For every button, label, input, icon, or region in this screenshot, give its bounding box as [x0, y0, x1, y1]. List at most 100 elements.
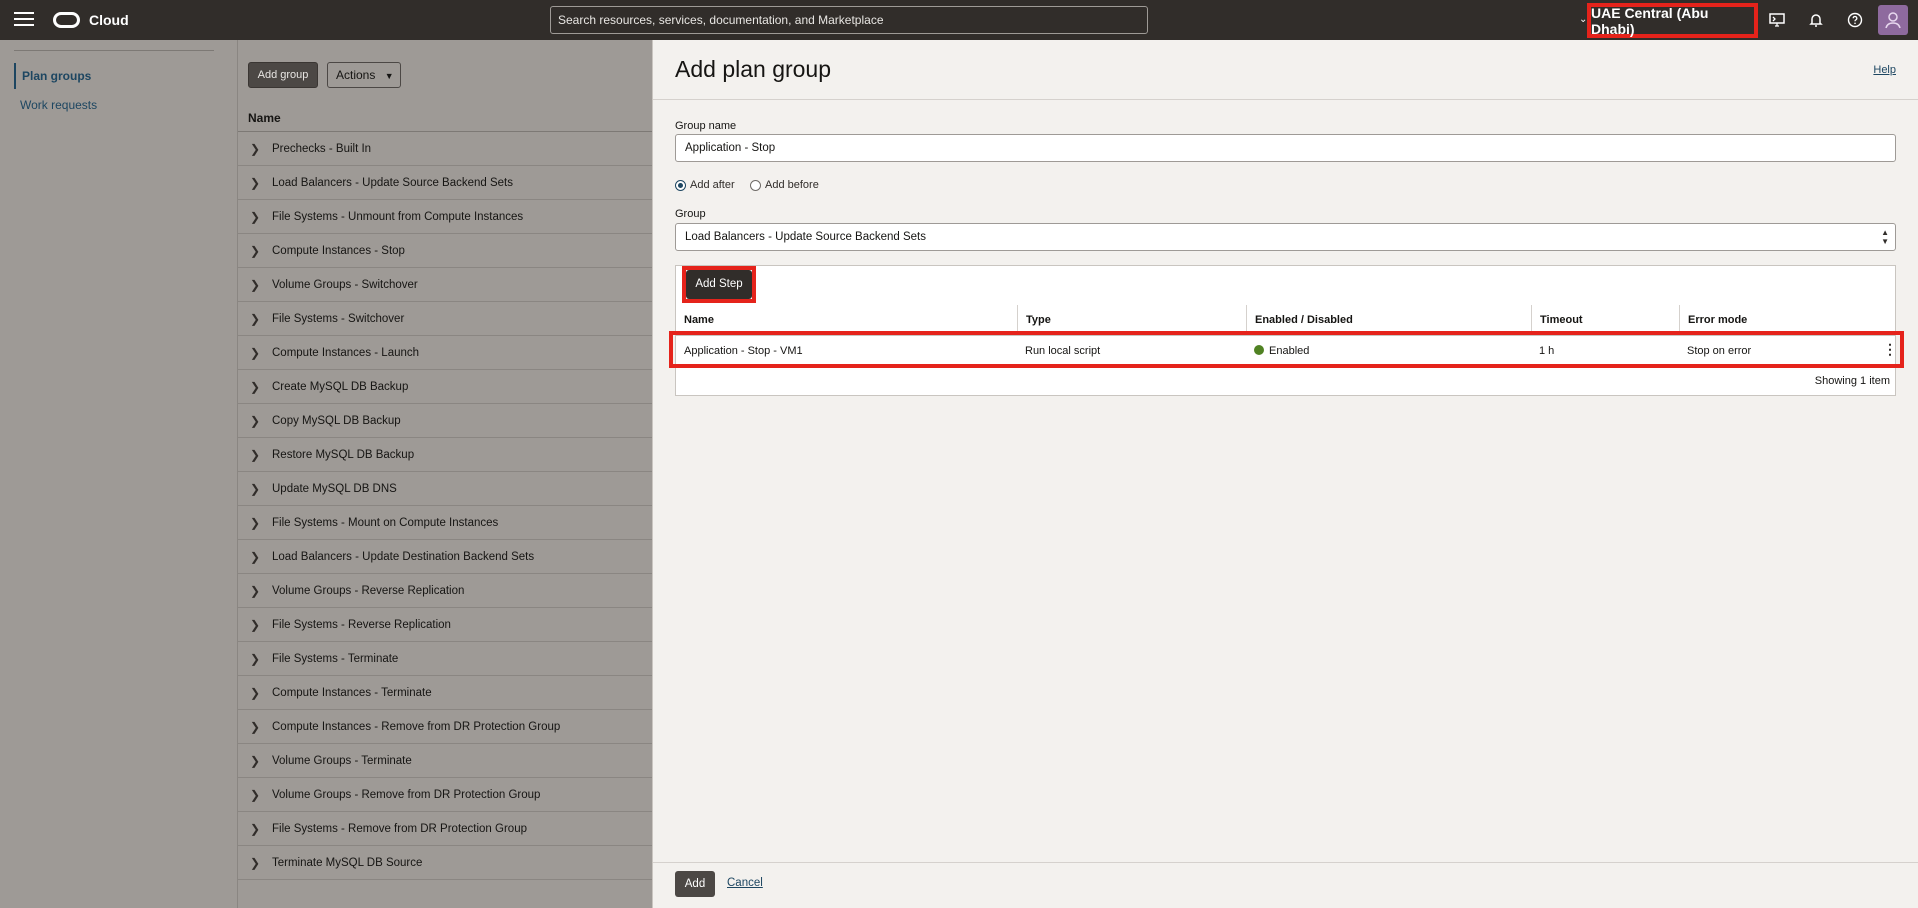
- group-name: Load Balancers - Update Source Backend S…: [272, 176, 514, 189]
- radio-button-selected[interactable]: [675, 179, 686, 191]
- list-item[interactable]: ❯ File Systems - Reverse Replication: [238, 608, 653, 642]
- add-button[interactable]: Add: [675, 871, 715, 897]
- cloud-shell-icon[interactable]: [1767, 10, 1787, 30]
- group-name: Terminate MySQL DB Source: [272, 856, 423, 869]
- chevron-right-icon[interactable]: ❯: [238, 482, 272, 496]
- group-name: File Systems - Reverse Replication: [272, 618, 451, 631]
- list-item[interactable]: ❯ File Systems - Terminate: [238, 642, 653, 676]
- chevron-right-icon[interactable]: ❯: [238, 720, 272, 734]
- list-item[interactable]: ❯ Compute Instances - Launch: [238, 336, 653, 370]
- list-item[interactable]: ❯ Volume Groups - Remove from DR Protecti…: [238, 778, 653, 812]
- chevron-right-icon[interactable]: ❯: [238, 686, 272, 700]
- actions-label: Actions: [336, 68, 376, 82]
- chevron-right-icon[interactable]: ❯: [238, 244, 272, 258]
- list-item[interactable]: ❯ Load Balancers - Update Destination Bac…: [238, 540, 653, 574]
- profile-avatar[interactable]: [1878, 5, 1908, 35]
- list-item[interactable]: ❯ Volume Groups - Reverse Replication: [238, 574, 653, 608]
- chevron-right-icon[interactable]: ❯: [238, 788, 272, 802]
- group-name: Copy MySQL DB Backup: [272, 414, 401, 427]
- list-item[interactable]: ❯ Restore MySQL DB Backup: [238, 438, 653, 472]
- top-bar: Cloud ⌄ UAE Central (Abu Dhabi): [0, 0, 1918, 40]
- list-item[interactable]: ❯ Copy MySQL DB Backup: [238, 404, 653, 438]
- highlight-box: [669, 331, 1904, 368]
- plan-group-list: ❯ Prechecks - Built In ❯ Load Balancers - …: [238, 132, 653, 880]
- chevron-right-icon[interactable]: ❯: [238, 312, 272, 326]
- list-item[interactable]: ❯ File Systems - Remove from DR Protectio…: [238, 812, 653, 846]
- caret-down-icon: ▼: [384, 71, 394, 81]
- list-item[interactable]: ❯ Terminate MySQL DB Source: [238, 846, 653, 880]
- group-name: Update MySQL DB DNS: [272, 482, 397, 495]
- chevron-right-icon[interactable]: ❯: [238, 380, 272, 394]
- nav-divider: [14, 50, 214, 51]
- chevron-right-icon[interactable]: ❯: [238, 550, 272, 564]
- oracle-logo[interactable]: [53, 12, 80, 28]
- chevron-right-icon[interactable]: ❯: [238, 448, 272, 462]
- list-item[interactable]: ❯ File Systems - Unmount from Compute Ins…: [238, 200, 653, 234]
- chevron-right-icon[interactable]: ❯: [238, 142, 272, 156]
- list-item[interactable]: ❯ Compute Instances - Remove from DR Prot…: [238, 710, 653, 744]
- chevron-right-icon[interactable]: ❯: [238, 210, 272, 224]
- add-group-button[interactable]: Add group: [248, 62, 318, 88]
- group-select[interactable]: Load Balancers - Update Source Backend S…: [675, 223, 1896, 251]
- actions-menu-button[interactable]: Actions ▼: [327, 62, 401, 88]
- radio-button[interactable]: [750, 179, 761, 191]
- radio-add-after-label: Add after: [690, 179, 735, 191]
- group-name: File Systems - Mount on Compute Instance…: [272, 516, 499, 529]
- name-column-header[interactable]: Name: [238, 102, 653, 132]
- chevron-right-icon[interactable]: ❯: [238, 754, 272, 768]
- list-item[interactable]: ❯ Update MySQL DB DNS: [238, 472, 653, 506]
- group-select-value: Load Balancers - Update Source Backend S…: [685, 231, 927, 243]
- chevron-right-icon[interactable]: ❯: [238, 822, 272, 836]
- item-count: Showing 1 item: [1814, 375, 1890, 387]
- group-name: Create MySQL DB Backup: [272, 380, 409, 393]
- chevron-right-icon[interactable]: ❯: [238, 516, 272, 530]
- chevron-right-icon[interactable]: ❯: [238, 856, 272, 870]
- group-name: Volume Groups - Reverse Replication: [272, 584, 465, 597]
- group-name-field[interactable]: Application - Stop: [675, 134, 1896, 162]
- list-item[interactable]: ❯ Volume Groups - Terminate: [238, 744, 653, 778]
- left-nav: Plan groups Work requests: [0, 40, 237, 908]
- list-item[interactable]: ❯ Create MySQL DB Backup: [238, 370, 653, 404]
- chevron-right-icon[interactable]: ❯: [238, 346, 272, 360]
- list-item[interactable]: ❯ File Systems - Switchover: [238, 302, 653, 336]
- list-item[interactable]: ❯ Compute Instances - Stop: [238, 234, 653, 268]
- list-item[interactable]: ❯ Compute Instances - Terminate: [238, 676, 653, 710]
- select-arrows-icon: ▲ ▼: [1881, 228, 1889, 246]
- radio-add-before[interactable]: Add before: [750, 179, 819, 191]
- list-item[interactable]: ❯ Volume Groups - Switchover: [238, 268, 653, 302]
- add-step-button[interactable]: Add Step: [686, 270, 752, 299]
- help-link[interactable]: Help: [1873, 64, 1896, 76]
- chevron-right-icon[interactable]: ❯: [238, 176, 272, 190]
- group-name: Load Balancers - Update Destination Back…: [272, 550, 535, 563]
- plan-group-list-pane: Add group Actions ▼ Name ❯ Prechecks - Bu…: [237, 40, 653, 908]
- chevron-right-icon[interactable]: ❯: [238, 278, 272, 292]
- group-name: Restore MySQL DB Backup: [272, 448, 415, 461]
- radio-add-after[interactable]: Add after: [675, 179, 735, 191]
- list-item[interactable]: ❯ Load Balancers - Update Source Backend …: [238, 166, 653, 200]
- cancel-link[interactable]: Cancel: [727, 877, 763, 889]
- nav-item-plan-groups[interactable]: Plan groups: [14, 63, 91, 89]
- nav-item-work-requests[interactable]: Work requests: [14, 98, 97, 112]
- group-name: Volume Groups - Terminate: [272, 754, 412, 767]
- brand-name[interactable]: Cloud: [89, 12, 129, 28]
- help-icon[interactable]: [1845, 10, 1865, 30]
- chevron-right-icon[interactable]: ❯: [238, 414, 272, 428]
- chevron-right-icon[interactable]: ❯: [238, 584, 272, 598]
- region-selector[interactable]: UAE Central (Abu Dhabi): [1587, 3, 1758, 38]
- chevron-right-icon[interactable]: ❯: [238, 618, 272, 632]
- group-name: Prechecks - Built In: [272, 142, 372, 155]
- menu-icon[interactable]: [14, 12, 34, 28]
- group-name: File Systems - Remove from DR Protection…: [272, 822, 527, 835]
- group-name: Compute Instances - Remove from DR Prote…: [272, 720, 561, 733]
- chevron-right-icon[interactable]: ❯: [238, 652, 272, 666]
- list-item[interactable]: ❯ Prechecks - Built In: [238, 132, 653, 166]
- group-name: Compute Instances - Stop: [272, 244, 405, 257]
- group-name: File Systems - Terminate: [272, 652, 399, 665]
- group-name: File Systems - Switchover: [272, 312, 405, 325]
- list-item[interactable]: ❯ File Systems - Mount on Compute Instanc…: [238, 506, 653, 540]
- bell-icon[interactable]: [1806, 10, 1826, 30]
- search-input[interactable]: [550, 6, 1148, 34]
- group-name-label: Group name: [675, 120, 737, 132]
- group-label: Group: [675, 208, 706, 220]
- panel-footer: Add Cancel: [653, 862, 1918, 908]
